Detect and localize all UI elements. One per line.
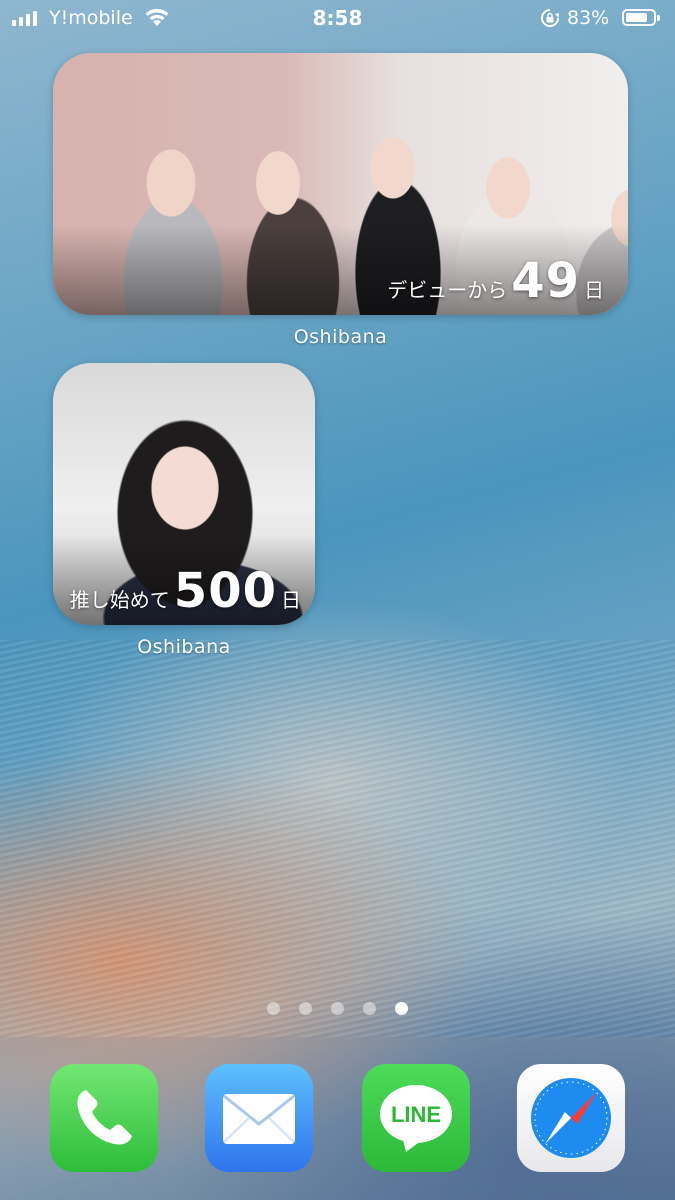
debut-counter: デビューから 49 日 <box>387 257 604 305</box>
counter-prefix: デビューから <box>387 278 508 302</box>
line-text: LINE <box>391 1102 441 1127</box>
status-bar: Y!mobile 8:58 83% <box>0 0 675 38</box>
safari-app-icon[interactable] <box>517 1064 625 1172</box>
widget-label: Oshibana <box>293 326 388 348</box>
phone-icon <box>77 1090 132 1145</box>
page-dot[interactable] <box>299 1002 312 1015</box>
counter-number: 500 <box>173 563 277 619</box>
phone-app-icon[interactable] <box>50 1064 158 1172</box>
oshibana-widget-debut[interactable]: デビューから 49 日 <box>53 53 628 315</box>
rotation-lock-icon <box>541 9 559 27</box>
oshibana-widget-oshi[interactable]: 推し始めて 500 日 <box>53 363 315 625</box>
page-dot-active[interactable] <box>395 1002 408 1015</box>
page-dot[interactable] <box>267 1002 280 1015</box>
battery-icon <box>622 9 660 26</box>
counter-suffix: 日 <box>281 588 301 612</box>
battery-percentage: 83% <box>567 7 610 29</box>
page-indicator[interactable] <box>0 1002 675 1015</box>
widget-label: Oshibana <box>137 636 231 658</box>
line-app-icon[interactable]: LINE <box>362 1064 470 1172</box>
mail-app-icon[interactable] <box>205 1064 313 1172</box>
line-icon: LINE <box>380 1085 452 1152</box>
page-dot[interactable] <box>363 1002 376 1015</box>
wallpaper-texture <box>0 640 675 1040</box>
page-dot[interactable] <box>331 1002 344 1015</box>
oshi-counter: 推し始めて 500 日 <box>70 567 301 615</box>
counter-prefix: 推し始めて <box>69 588 170 612</box>
mail-icon <box>223 1094 295 1144</box>
safari-compass-icon <box>531 1078 611 1158</box>
counter-number: 49 <box>511 253 580 309</box>
counter-suffix: 日 <box>584 278 604 302</box>
